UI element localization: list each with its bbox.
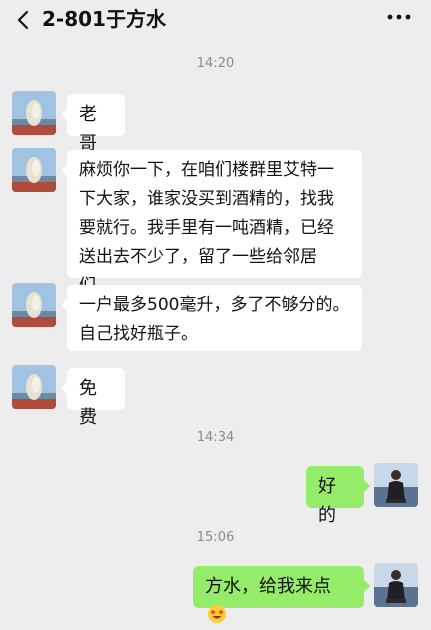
chat-header: 2-801于方水 (0, 0, 431, 40)
message-line: 要就行。我手里有一吨酒精，已经 (79, 218, 334, 238)
contact-avatar[interactable] (12, 283, 56, 327)
timestamp: 14:20 (196, 56, 235, 71)
user-avatar[interactable] (374, 563, 418, 607)
message-bubble: 免费 (61, 368, 125, 428)
chat-title: 2-801于方水 (42, 7, 166, 31)
avatar-image (12, 148, 56, 192)
avatar-image (374, 563, 418, 607)
message-text: 好的 (318, 476, 336, 526)
avatar-image (12, 91, 56, 135)
message-bubble: 好的 (306, 466, 370, 526)
message-bubble: 老哥 (61, 94, 125, 154)
message-text: 老哥 (79, 104, 97, 154)
message-line: 下大家，谁家没买到酒精的，找我 (79, 189, 334, 209)
message-line: 一户最多500毫升，多了不够分的。 (79, 295, 350, 315)
more-icon[interactable] (387, 12, 411, 22)
contact-avatar[interactable] (12, 365, 56, 409)
message-text: 免费 (79, 378, 97, 428)
message-bubble: 一户最多500毫升，多了不够分的。 自己找好瓶子。 (61, 285, 362, 351)
contact-avatar[interactable] (12, 148, 56, 192)
message-bubble: 麻烦你一下，在咱们楼群里艾特一 下大家，谁家没买到酒精的，找我 要就行。我手里有… (61, 150, 362, 296)
message-text: 方水，给我来点 (205, 576, 331, 597)
avatar-image (374, 463, 418, 507)
message-line: 自己找好瓶子。 (79, 324, 198, 344)
avatar-image (12, 283, 56, 327)
back-icon[interactable] (12, 8, 36, 32)
avatar-image (12, 365, 56, 409)
user-avatar[interactable] (374, 463, 418, 507)
star-struck-emoji-icon (208, 605, 226, 623)
contact-avatar[interactable] (12, 91, 56, 135)
message-line: 麻烦你一下，在咱们楼群里艾特一 (79, 160, 334, 180)
timestamp: 15:06 (196, 530, 235, 545)
message-bubble: 方水，给我来点 (193, 566, 370, 623)
timestamp: 14:34 (196, 430, 235, 445)
